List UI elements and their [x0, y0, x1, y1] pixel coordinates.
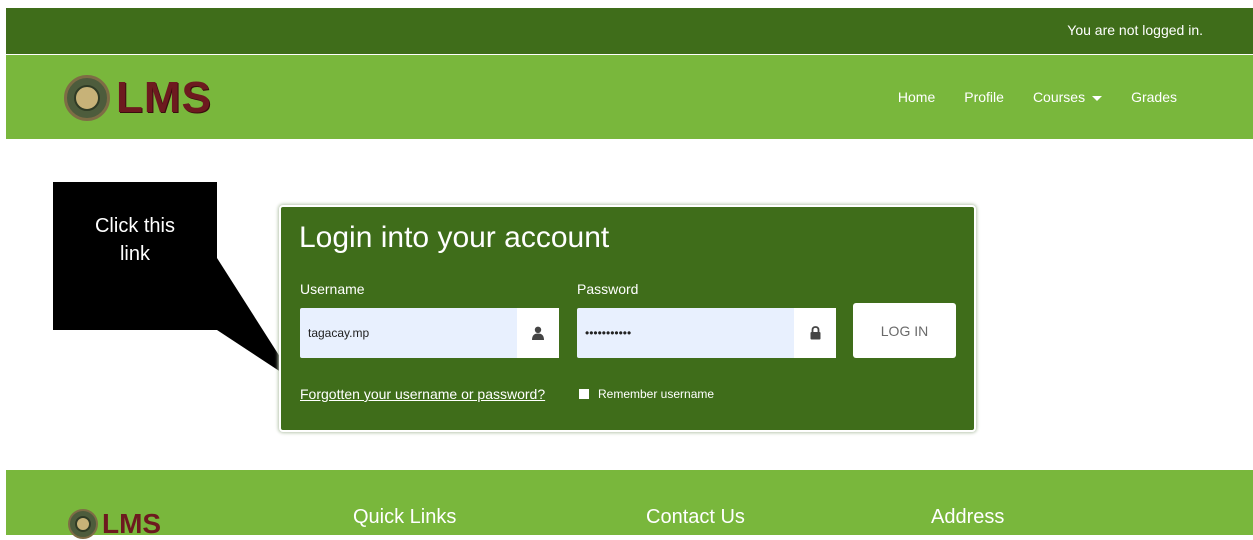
- password-field: [577, 308, 836, 358]
- footer-heading-address: Address: [931, 506, 1005, 528]
- login-card: Login into your account Username Passwor…: [279, 205, 976, 432]
- remember-username: Remember username: [579, 387, 714, 401]
- footer-brand-text: LMS: [102, 508, 162, 539]
- username-field: [300, 308, 559, 358]
- login-title: Login into your account: [299, 221, 610, 254]
- password-input[interactable]: [577, 308, 787, 358]
- forgot-password-link[interactable]: Forgotten your username or password?: [300, 386, 545, 402]
- user-icon: [517, 308, 559, 358]
- username-input[interactable]: [300, 308, 510, 358]
- remember-username-label: Remember username: [598, 387, 715, 401]
- footer: LMS Quick Links Contact Us Address: [6, 470, 1253, 539]
- remember-username-checkbox[interactable]: [579, 389, 589, 399]
- footer-logo: LMS: [68, 508, 161, 540]
- footer-heading-quick-links: Quick Links: [353, 506, 457, 528]
- footer-heading-contact-us: Contact Us: [646, 506, 745, 528]
- lock-icon: [794, 308, 836, 358]
- username-label: Username: [300, 281, 365, 297]
- login-button[interactable]: LOG IN: [853, 303, 956, 358]
- password-label: Password: [577, 281, 639, 297]
